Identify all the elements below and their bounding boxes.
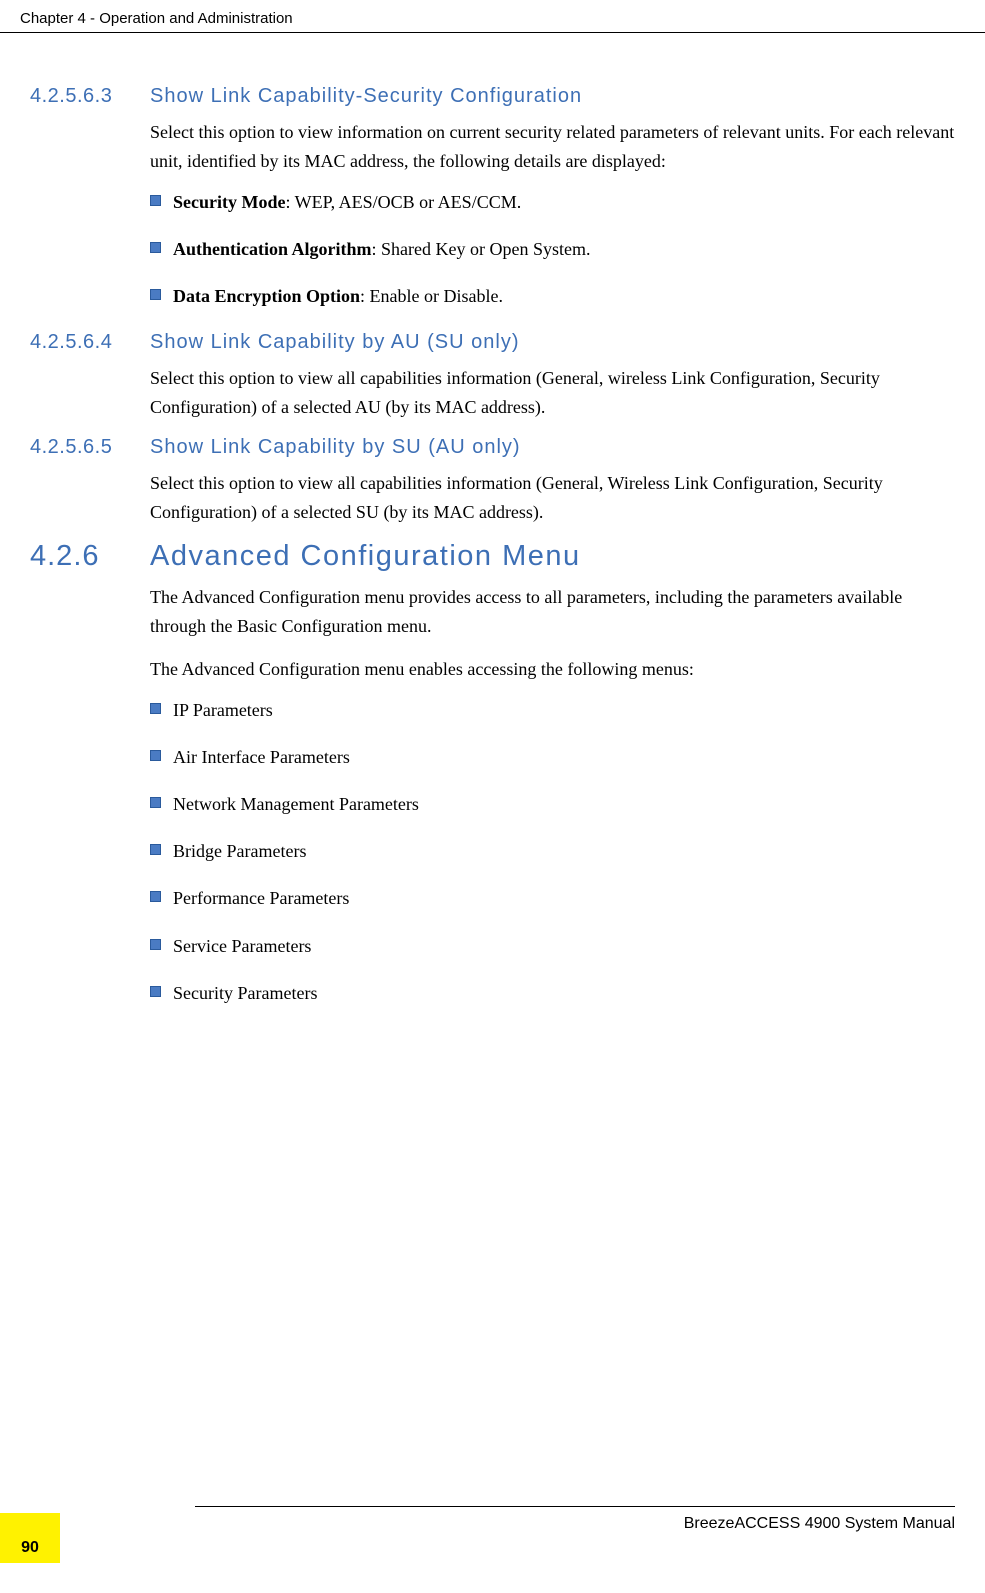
section-heading-42563: 4.2.5.6.3 Show Link Capability-Security …	[30, 85, 955, 108]
page-number: 90	[21, 1539, 39, 1557]
section-heading-426: 4.2.6 Advanced Configuration Menu	[30, 540, 955, 573]
bullet-text: Security Mode: WEP, AES/OCB or AES/CCM.	[173, 190, 955, 215]
bullet-text: Network Management Parameters	[173, 792, 955, 817]
bullet-text: Performance Parameters	[173, 886, 955, 911]
bold-label: Security Mode	[173, 192, 285, 212]
bold-label: Data Encryption Option	[173, 286, 360, 306]
bullet-text: Data Encryption Option: Enable or Disabl…	[173, 284, 955, 309]
bullet-icon	[150, 986, 161, 997]
list-item: Service Parameters	[150, 934, 955, 959]
section-heading-42564: 4.2.5.6.4 Show Link Capability by AU (SU…	[30, 331, 955, 354]
body-text: Select this option to view information o…	[150, 118, 955, 176]
label-rest: : WEP, AES/OCB or AES/CCM.	[285, 192, 521, 212]
bullet-icon	[150, 797, 161, 808]
page-number-box: 90	[0, 1513, 60, 1563]
bullet-icon	[150, 703, 161, 714]
body-text: The Advanced Configuration menu enables …	[150, 655, 955, 684]
section-title: Show Link Capability by AU (SU only)	[150, 331, 519, 354]
list-item: Authentication Algorithm: Shared Key or …	[150, 237, 955, 262]
bullet-icon	[150, 289, 161, 300]
label-rest: : Enable or Disable.	[360, 286, 503, 306]
list-item: Data Encryption Option: Enable or Disabl…	[150, 284, 955, 309]
list-item: IP Parameters	[150, 698, 955, 723]
bullet-icon	[150, 891, 161, 902]
bullet-text: Service Parameters	[173, 934, 955, 959]
bullet-text: Authentication Algorithm: Shared Key or …	[173, 237, 955, 262]
bullet-icon	[150, 939, 161, 950]
section-number: 4.2.5.6.5	[30, 436, 150, 459]
list-item: Security Parameters	[150, 981, 955, 1006]
bullet-icon	[150, 844, 161, 855]
list-item: Performance Parameters	[150, 886, 955, 911]
label-rest: : Shared Key or Open System.	[372, 239, 591, 259]
body-text: The Advanced Configuration menu provides…	[150, 583, 955, 641]
section-title: Show Link Capability by SU (AU only)	[150, 436, 521, 459]
section-number: 4.2.5.6.4	[30, 331, 150, 354]
section-number: 4.2.5.6.3	[30, 85, 150, 108]
section-title: Show Link Capability-Security Configurat…	[150, 85, 582, 108]
bullet-text: Air Interface Parameters	[173, 745, 955, 770]
page-header: Chapter 4 - Operation and Administration	[0, 0, 985, 33]
bullet-text: Security Parameters	[173, 981, 955, 1006]
page-footer: 90 BreezeACCESS 4900 System Manual	[0, 1506, 955, 1563]
bullet-text: Bridge Parameters	[173, 839, 955, 864]
list-item: Bridge Parameters	[150, 839, 955, 864]
section-number: 4.2.6	[30, 540, 150, 573]
list-item: Air Interface Parameters	[150, 745, 955, 770]
bullet-icon	[150, 242, 161, 253]
page-content: 4.2.5.6.3 Show Link Capability-Security …	[0, 33, 985, 1048]
chapter-label: Chapter 4 - Operation and Administration	[20, 10, 293, 27]
bullet-text: IP Parameters	[173, 698, 955, 723]
section-heading-42565: 4.2.5.6.5 Show Link Capability by SU (AU…	[30, 436, 955, 459]
footer-product: BreezeACCESS 4900 System Manual	[195, 1506, 955, 1533]
section-title: Advanced Configuration Menu	[150, 540, 581, 573]
bullet-icon	[150, 750, 161, 761]
body-text: Select this option to view all capabilit…	[150, 469, 955, 527]
body-text: Select this option to view all capabilit…	[150, 364, 955, 422]
list-item: Network Management Parameters	[150, 792, 955, 817]
list-item: Security Mode: WEP, AES/OCB or AES/CCM.	[150, 190, 955, 215]
bold-label: Authentication Algorithm	[173, 239, 372, 259]
bullet-icon	[150, 195, 161, 206]
